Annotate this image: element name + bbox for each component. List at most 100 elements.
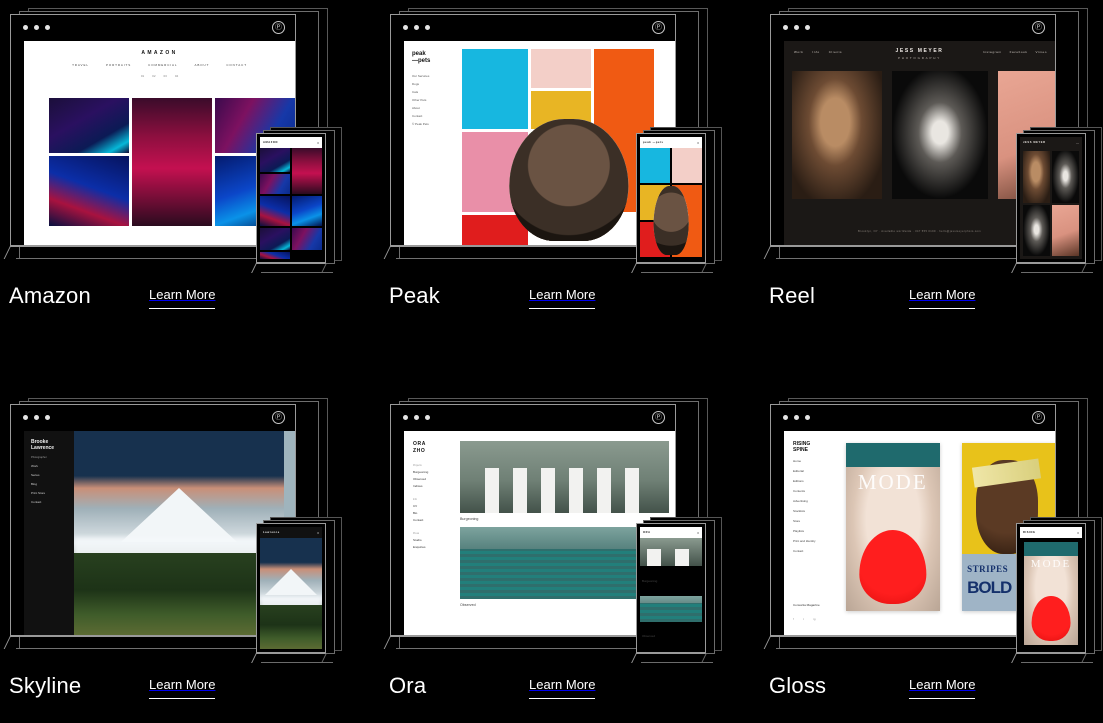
preview-badge-icon[interactable]: Ⓟ [272, 411, 285, 424]
phone-base [631, 653, 716, 667]
phone-viewport: Lawrence ≡ [260, 527, 322, 649]
mobile-preview-ora[interactable]: ORA ≡ Burgeoning Observed [631, 517, 722, 663]
browser-window[interactable]: Ⓟ ORA ZHO Projects Burgeoning Observed I… [390, 404, 676, 636]
project-caption: Observed [642, 634, 656, 639]
template-card-peak[interactable]: Ⓟ peak —pets Our Services Dogs Cats Othe… [380, 0, 722, 330]
gallery-photo [1023, 204, 1050, 256]
preview-badge-icon[interactable]: Ⓟ [652, 411, 665, 424]
card-title: Reel [769, 283, 816, 308]
phone-window[interactable]: RISING ≡ MODE [1016, 523, 1086, 653]
traffic-light-dots-icon [23, 25, 50, 30]
phone-window[interactable]: AMAZON ≡ [256, 133, 326, 263]
mobile-preview-reel[interactable]: JESS MEYER — [1011, 127, 1102, 273]
nav-item: Facebook [1009, 50, 1028, 54]
project-photo [460, 441, 669, 513]
site-tagline: Photographer [31, 456, 47, 459]
site-header: Work Info Clients JESS MEYER PHOTOGRAPHY… [784, 41, 1055, 65]
site-brand-line2: ZHO [413, 447, 426, 454]
phone-site-header: JESS MEYER — [1020, 137, 1082, 148]
browser-window[interactable]: Ⓟ peak —pets Our Services Dogs Cats Othe… [390, 14, 676, 246]
gallery-photo [260, 252, 290, 259]
hamburger-menu-icon[interactable]: ≡ [697, 531, 699, 535]
phone-site-reel: JESS MEYER — [1020, 137, 1082, 259]
preview-badge-icon[interactable]: Ⓟ [272, 21, 285, 34]
traffic-light-dots-icon [403, 415, 430, 420]
site-sidebar: ORA ZHO Projects Burgeoning Observed Ind… [413, 441, 455, 552]
traffic-light-dots-icon [783, 415, 810, 420]
mobile-preview-amazon[interactable]: AMAZON ≡ [251, 127, 342, 273]
browser-window[interactable]: Ⓟ RISING SPINE Home Editorial Editions C… [770, 404, 1056, 636]
learn-more-link[interactable]: Learn More [529, 677, 596, 699]
site-sidebar: Brooke Lawrence Photographer Work Series… [24, 431, 74, 635]
nav-item: About [412, 106, 420, 110]
phone-site-ora: ORA ≡ Burgeoning Observed [640, 527, 702, 649]
gallery-photo [653, 148, 702, 255]
phone-window[interactable]: ORA ≡ Burgeoning Observed [636, 523, 706, 653]
learn-more-link[interactable]: Learn More [909, 287, 976, 309]
subnav-item: 03 [163, 74, 167, 78]
card-title: Amazon [9, 283, 91, 308]
learn-more-label: Learn More [529, 287, 596, 302]
browser-titlebar: Ⓟ [11, 15, 295, 41]
learn-more-link[interactable]: Learn More [529, 287, 596, 309]
nav-item: Indices [413, 484, 423, 488]
gallery-column [508, 49, 629, 241]
learn-more-link[interactable]: Learn More [909, 677, 976, 699]
nav-heading: Projects [413, 464, 422, 467]
browser-window[interactable]: Ⓟ Brooke Lawrence Photographer Work Seri… [10, 404, 296, 636]
browser-window[interactable]: Ⓟ Work Info Clients JESS MEYER PHOTOGRAP… [770, 14, 1056, 246]
nav-item: ABOUT [194, 63, 210, 67]
template-card-gloss[interactable]: Ⓟ RISING SPINE Home Editorial Editions C… [760, 390, 1102, 720]
learn-more-underline [529, 698, 596, 699]
browser-titlebar: Ⓟ [391, 405, 675, 431]
gallery-photo [1023, 151, 1050, 203]
template-card-amazon[interactable]: Ⓟ AMAZON TRAVEL PORTRAITS COMMERCIAL ABO… [0, 0, 342, 330]
mobile-preview-peak[interactable]: peak —pets ≡ [631, 127, 722, 273]
phone-site-brand: Lawrence [263, 531, 280, 534]
preview-badge-icon[interactable]: Ⓟ [1032, 411, 1045, 424]
project-caption: Burgeoning [642, 578, 658, 583]
browser-viewport: ORA ZHO Projects Burgeoning Observed Ind… [404, 431, 675, 635]
learn-more-link[interactable]: Learn More [149, 287, 216, 309]
template-card-reel[interactable]: Ⓟ Work Info Clients JESS MEYER PHOTOGRAP… [760, 0, 1102, 330]
nav-item: COMMERCIAL [148, 63, 178, 67]
phone-window[interactable]: JESS MEYER — [1016, 133, 1086, 263]
site-sidebar: RISING SPINE Home Editorial Editions Con… [793, 441, 837, 553]
hamburger-menu-icon[interactable]: — [1076, 141, 1079, 145]
hero-photo [260, 538, 322, 649]
gallery-photo [49, 156, 129, 226]
mobile-preview-gloss[interactable]: RISING ≡ MODE [1011, 517, 1102, 663]
site-nav-info: Info CV Bio Contact [413, 498, 455, 522]
gallery-photo [508, 49, 629, 241]
browser-viewport: peak —pets Our Services Dogs Cats Other … [404, 41, 675, 245]
phone-window[interactable]: Lawrence ≡ [256, 523, 326, 653]
preview-badge-icon[interactable]: Ⓟ [1032, 21, 1045, 34]
phone-site-skyline: Lawrence ≡ [260, 527, 322, 649]
mobile-preview-skyline[interactable]: Lawrence ≡ [251, 517, 342, 663]
nav-item: Editions [793, 479, 804, 483]
card-caption: Skyline Learn More [9, 673, 339, 707]
template-card-ora[interactable]: Ⓟ ORA ZHO Projects Burgeoning Observed I… [380, 390, 722, 720]
nav-item: Contact [413, 518, 424, 522]
browser-window[interactable]: Ⓟ AMAZON TRAVEL PORTRAITS COMMERCIAL ABO… [10, 14, 296, 246]
phone-window[interactable]: peak —pets ≡ [636, 133, 706, 263]
browser-titlebar: Ⓟ [391, 15, 675, 41]
site-brand-line2: —pets [412, 58, 431, 64]
site-brand: AMAZON [141, 50, 178, 56]
card-title: Skyline [9, 673, 82, 698]
nav-item: TRAVEL [72, 63, 89, 67]
preview-badge-icon[interactable]: Ⓟ [652, 21, 665, 34]
hamburger-menu-icon[interactable]: ≡ [697, 141, 699, 145]
nav-item: Instagram [982, 50, 1002, 54]
hamburger-menu-icon[interactable]: ≡ [317, 141, 319, 145]
site-preview-peak: peak —pets Our Services Dogs Cats Other … [404, 41, 675, 245]
learn-more-link[interactable]: Learn More [149, 677, 216, 699]
phone-base [1011, 653, 1096, 667]
phone-viewport: JESS MEYER — [1020, 137, 1082, 259]
phone-site-brand: AMAZON [263, 141, 278, 144]
hamburger-menu-icon[interactable]: ≡ [1077, 531, 1079, 535]
nav-item: Store [793, 519, 801, 523]
phone-site-header: Lawrence ≡ [260, 527, 322, 538]
hamburger-menu-icon[interactable]: ≡ [317, 531, 319, 535]
template-card-skyline[interactable]: Ⓟ Brooke Lawrence Photographer Work Seri… [0, 390, 342, 720]
